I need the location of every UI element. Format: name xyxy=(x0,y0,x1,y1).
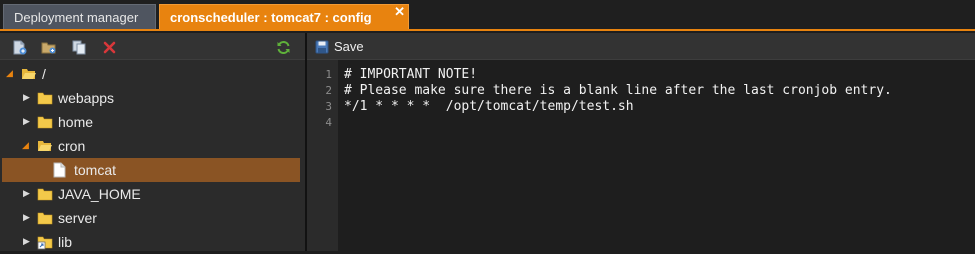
expand-arrow-icon[interactable]: ▶ xyxy=(23,236,30,247)
tree-item-label: home xyxy=(58,114,94,130)
tab-cronscheduler-config[interactable]: cronscheduler : tomcat7 : config ✕ xyxy=(159,4,409,29)
expand-arrow-icon[interactable]: ▶ xyxy=(23,92,30,103)
tab-bar: Deployment manager cronscheduler : tomca… xyxy=(0,0,975,31)
tree-item-home[interactable]: ▶ home xyxy=(2,110,300,134)
folder-icon xyxy=(37,91,53,105)
tree-item-java-home[interactable]: ▶ JAVA_HOME xyxy=(2,182,300,206)
editor-panel: Save 1 2 3 4 # IMPORTANT NOTE! # Please … xyxy=(307,33,975,251)
tab-label: Deployment manager xyxy=(14,9,139,25)
tree-item-label: webapps xyxy=(58,90,115,106)
file-toolbar xyxy=(0,33,305,60)
tree-item-tomcat[interactable]: tomcat xyxy=(2,158,300,182)
tree-item-label: server xyxy=(58,210,97,226)
line-number: 3 xyxy=(325,100,332,113)
expand-arrow-icon[interactable]: ◢ xyxy=(22,140,29,151)
folder-open-icon xyxy=(21,67,37,81)
new-file-icon[interactable] xyxy=(11,39,27,55)
file-tree-panel: ◢ / ▶ webapps ▶ home ◢ cron tomcat ▶ JAV… xyxy=(0,33,305,251)
line-number-gutter: 1 2 3 4 xyxy=(307,60,338,251)
tree-item-label: JAVA_HOME xyxy=(58,186,141,202)
expand-arrow-icon[interactable]: ◢ xyxy=(6,68,13,79)
folder-open-icon xyxy=(37,139,53,153)
folder-link-icon xyxy=(37,235,53,250)
save-button[interactable]: Save xyxy=(315,38,364,55)
expand-arrow-icon[interactable]: ▶ xyxy=(23,212,30,223)
tree-item-label: tomcat xyxy=(74,162,117,178)
tree-item-server[interactable]: ▶ server xyxy=(2,206,300,230)
tree-item-webapps[interactable]: ▶ webapps xyxy=(2,86,300,110)
new-folder-icon[interactable] xyxy=(40,39,56,55)
code-editor[interactable]: # IMPORTANT NOTE! # Please make sure the… xyxy=(338,60,975,251)
tree-item-cron[interactable]: ◢ cron xyxy=(2,134,300,158)
folder-icon xyxy=(37,115,53,129)
tree-item-label: lib xyxy=(58,234,73,250)
editor-toolbar: Save xyxy=(307,33,975,60)
expand-arrow-icon[interactable]: ▶ xyxy=(23,116,30,127)
save-icon xyxy=(315,40,329,53)
tree-item-label: cron xyxy=(58,138,86,154)
delete-icon[interactable] xyxy=(101,39,117,55)
file-tree: ◢ / ▶ webapps ▶ home ◢ cron tomcat ▶ JAV… xyxy=(0,60,305,251)
code-line: # Please make sure there is a blank line… xyxy=(344,83,892,98)
code-line: # IMPORTANT NOTE! xyxy=(344,67,478,82)
line-number: 1 xyxy=(325,68,332,81)
copy-icon[interactable] xyxy=(71,39,87,55)
line-number: 4 xyxy=(325,116,332,129)
folder-icon xyxy=(37,187,53,201)
code-line: */1 * * * * /opt/tomcat/temp/test.sh xyxy=(344,99,634,114)
line-number: 2 xyxy=(325,84,332,97)
save-label: Save xyxy=(334,39,364,54)
close-icon[interactable]: ✕ xyxy=(394,4,405,20)
tab-deployment-manager[interactable]: Deployment manager xyxy=(3,4,156,29)
file-icon xyxy=(53,162,69,178)
refresh-icon[interactable] xyxy=(275,39,291,55)
expand-arrow-icon[interactable]: ▶ xyxy=(23,188,30,199)
tree-item-lib[interactable]: ▶ lib xyxy=(2,230,300,254)
folder-icon xyxy=(37,211,53,225)
tree-item-root[interactable]: ◢ / xyxy=(2,62,300,86)
tree-item-label: / xyxy=(42,66,46,82)
tab-label: cronscheduler : tomcat7 : config xyxy=(170,9,372,25)
